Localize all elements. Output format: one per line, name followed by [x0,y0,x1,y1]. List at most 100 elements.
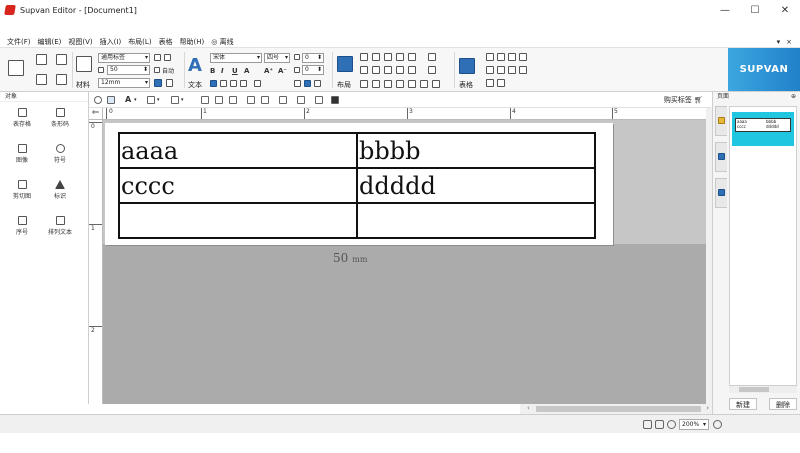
object-barcode[interactable]: 条形码 [42,108,78,130]
object-clipart[interactable]: 剪切图 [4,180,40,202]
delete-icon[interactable] [279,96,287,104]
center-vertical-icon[interactable] [408,80,416,88]
cut-icon[interactable] [201,96,209,104]
menu-insert[interactable]: 插入(I) [100,38,122,46]
fit-page-icon[interactable] [643,420,652,429]
vertical-bottom-icon[interactable] [314,80,321,87]
zoom-in-icon[interactable] [713,420,722,429]
database-icon[interactable] [315,96,323,104]
align-objects-center-icon[interactable] [372,53,380,61]
same-width-icon[interactable] [360,80,368,88]
page-list-scrollbar[interactable] [729,386,797,393]
ruler-corner-icon[interactable]: ⇐ [89,108,103,120]
object-serial[interactable]: 序号 [4,216,40,238]
ribbon-collapse-icon[interactable]: ▾ [777,38,781,46]
print-icon[interactable] [8,60,24,76]
vertical-middle-icon[interactable] [304,80,311,87]
distribute-icon[interactable] [428,53,436,61]
pin-icon[interactable]: ⊕ [791,92,796,102]
row-height-icon[interactable] [486,79,494,87]
preview-icon[interactable] [56,74,67,85]
italic-button[interactable]: I [221,67,224,75]
ungroup-icon[interactable] [396,66,404,74]
menu-file[interactable]: 文件(F) [7,38,31,46]
merge-cells-icon[interactable] [486,66,494,74]
new-file-icon[interactable] [36,54,47,65]
save-icon[interactable] [36,74,47,85]
label-page[interactable]: aaaa bbbb cccc ddddd [105,123,613,245]
layout-toggle-icon[interactable] [164,54,171,61]
align-left-icon[interactable] [210,80,217,87]
shrink-font-button[interactable]: A⁻ [278,67,287,75]
tab-pages[interactable] [715,178,727,208]
design-canvas[interactable]: aaaa bbbb cccc ddddd 50 mm [103,120,706,404]
menu-table[interactable]: 表格 [159,38,173,46]
underline-button[interactable]: U [232,67,238,75]
text-dropdown-icon[interactable]: ▾ [134,97,137,103]
rotate-icon[interactable] [428,66,436,74]
same-size-icon[interactable] [384,80,392,88]
grid-snap-icon[interactable] [432,80,440,88]
menu-offline[interactable]: ◎ 离线 [211,38,233,46]
buy-labels-link[interactable]: 购买标签 🛒︎ [664,95,703,105]
copy-icon[interactable] [215,96,223,104]
lock-icon[interactable] [420,80,428,88]
tab-database[interactable] [715,142,727,172]
insert-row-icon[interactable] [486,53,494,61]
layout-tool-icon[interactable] [337,56,353,72]
label-table[interactable]: aaaa bbbb cccc ddddd [118,132,596,239]
align-objects-bottom-icon[interactable] [408,53,416,61]
cell-border-icon[interactable] [508,66,516,74]
redo-icon[interactable] [261,96,269,104]
page-thumbnail[interactable]: aaaa bbbb cccc ddddd [732,112,794,146]
align-objects-left-icon[interactable] [360,53,368,61]
orientation-icon[interactable] [154,79,162,87]
align-objects-top-icon[interactable] [396,53,404,61]
text-direction-icon[interactable] [254,80,261,87]
table-tool-icon[interactable] [459,58,475,74]
open-file-icon[interactable] [56,54,67,65]
undo-icon[interactable] [247,96,255,104]
close-button[interactable]: ✕ [770,0,800,20]
menu-help[interactable]: 帮助(H) [180,38,205,46]
insert-barcode-icon[interactable] [171,96,179,104]
width-field[interactable]: 50 ⬍ [107,65,150,75]
object-arrange-text[interactable]: 排列文本 [42,216,78,238]
ribbon-close-icon[interactable]: × [786,38,792,46]
table-cell[interactable]: cccc [118,167,358,204]
object-sign[interactable]: 标识 [42,180,78,202]
delete-row-icon[interactable] [508,53,516,61]
tape-size-select[interactable]: 12mm ▾ [98,78,150,88]
font-family-select[interactable]: 宋体 ▾ [210,53,262,63]
minimize-button[interactable]: — [710,0,740,20]
font-size-select[interactable]: 四号 ▾ [264,53,290,63]
align-objects-right-icon[interactable] [384,53,392,61]
center-horizontal-icon[interactable] [396,80,404,88]
table-cell[interactable]: ddddd [356,167,596,204]
menu-edit[interactable]: 编辑(E) [38,38,62,46]
column-width-icon[interactable] [497,79,505,87]
grow-font-button[interactable]: A⁺ [264,67,273,75]
bold-button[interactable]: B [210,67,215,75]
scroll-right-icon[interactable]: › [706,404,709,412]
table-props-icon[interactable] [519,66,527,74]
menu-layout[interactable]: 布局(L) [128,38,151,46]
object-image[interactable]: 图像 [4,144,40,166]
justify-icon[interactable] [240,80,247,87]
insert-text-icon[interactable]: A [125,95,131,104]
margin-icon[interactable] [166,79,173,87]
same-height-icon[interactable] [372,80,380,88]
scroll-thumb[interactable] [536,406,701,412]
tab-templates[interactable] [715,106,727,136]
maximize-button[interactable]: ☐ [740,0,770,20]
object-table[interactable]: 表存格 [4,108,40,130]
table-cell[interactable] [118,202,358,239]
material-icon[interactable] [76,56,92,72]
canvas-horizontal-scrollbar[interactable]: ‹ › [520,404,712,414]
zoom-out-icon[interactable] [667,420,676,429]
insert-column-icon[interactable] [497,53,505,61]
align-center-icon[interactable] [220,80,227,87]
shape-dropdown-icon[interactable]: ▾ [157,97,160,103]
flip-icon[interactable] [408,66,416,74]
label-type-select[interactable]: 通用标签 ▾ [98,53,150,63]
